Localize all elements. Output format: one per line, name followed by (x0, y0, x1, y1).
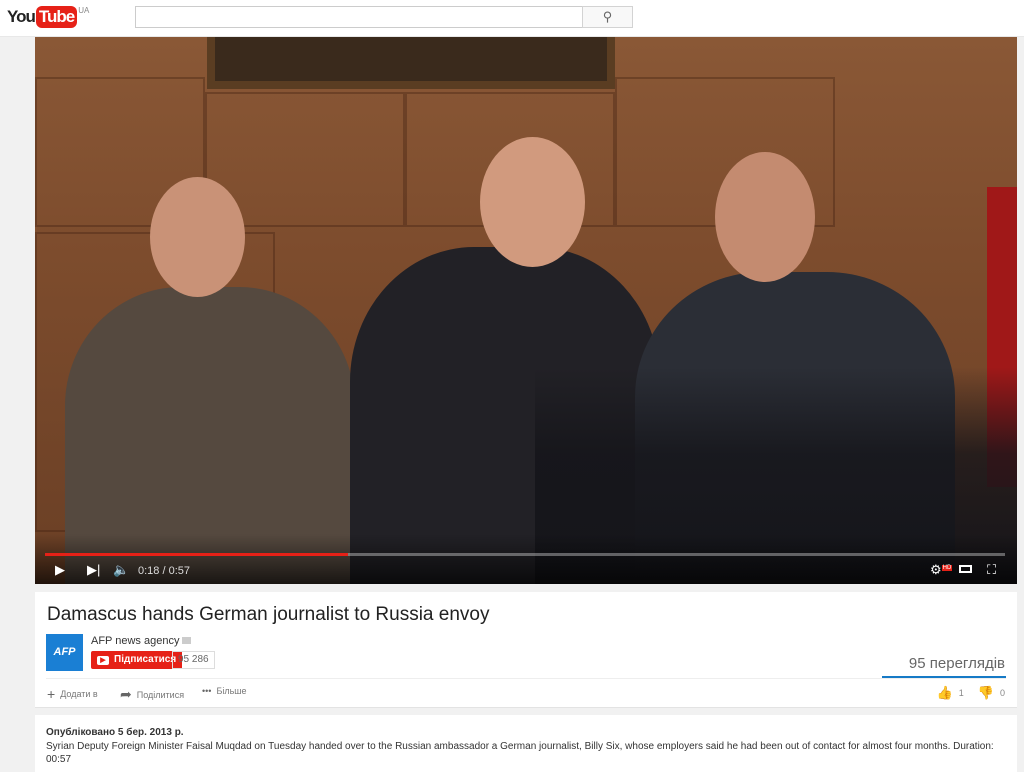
verified-icon (182, 637, 192, 644)
thumbs-down-icon[interactable]: 👎 (978, 685, 994, 701)
add-to-button[interactable]: + Додати в (47, 686, 98, 702)
masthead: You Tube UA ⚲ (0, 0, 1024, 37)
play-icon[interactable]: ▶ (55, 562, 65, 578)
person-head (480, 137, 585, 267)
settings-icon[interactable]: ⚙HD (930, 562, 953, 578)
thumbs-up-icon[interactable]: 👍 (937, 685, 953, 701)
person-head (715, 152, 815, 282)
share-icon: ➦ (120, 686, 132, 702)
search-input[interactable] (135, 6, 583, 28)
more-icon: ••• (202, 686, 212, 696)
more-button[interactable]: ••• Більше (202, 686, 247, 696)
progress-bar[interactable] (45, 553, 1005, 556)
youtube-play-icon: ▶ (97, 656, 109, 665)
divider (46, 678, 1006, 679)
subscribe-label: Підписатися (114, 654, 177, 665)
view-count: 95 переглядів (908, 655, 1005, 672)
time-display: 0:18 / 0:57 (138, 565, 190, 577)
description-card: Опубліковано 5 бер. 2013 р. Syrian Deput… (35, 715, 1017, 772)
publish-date: Опубліковано 5 бер. 2013 р. (46, 727, 184, 738)
video-title: Damascus hands German journalist to Russ… (47, 604, 490, 625)
like-count: 1 (958, 688, 964, 698)
video-player[interactable]: ▶ ▶| 🔈 0:18 / 0:57 ⚙HD ⛶ (35, 37, 1017, 584)
youtube-logo[interactable]: You Tube UA (7, 6, 89, 28)
search-button[interactable]: ⚲ (582, 6, 633, 28)
magnifier-icon: ⚲ (602, 9, 613, 24)
next-icon[interactable]: ▶| (87, 562, 100, 578)
logo-text: You (7, 7, 36, 26)
logo-text-tube: Tube (35, 6, 78, 28)
channel-name-text: AFP news agency (91, 635, 180, 647)
video-info-card: Damascus hands German journalist to Russ… (35, 592, 1017, 708)
dislike-count: 0 (999, 688, 1005, 698)
channel-avatar[interactable]: AFP (46, 634, 83, 671)
subscriber-count: 95 286 (172, 651, 215, 669)
subscribe-button[interactable]: ▶ Підписатися (91, 651, 183, 669)
country-code: UA (78, 6, 90, 15)
description-text: Syrian Deputy Foreign Minister Faisal Mu… (46, 741, 994, 765)
rating-buttons: 👍 1 👎 0 (937, 685, 1005, 701)
add-to-label: Додати в (60, 689, 98, 699)
picture-frame (207, 37, 615, 89)
share-button[interactable]: ➦ Поділитися (120, 686, 184, 703)
person-head (150, 177, 245, 297)
share-label: Поділитися (136, 689, 185, 700)
volume-icon[interactable]: 🔈 (113, 562, 129, 578)
channel-name[interactable]: AFP news agency (91, 635, 192, 647)
hd-badge: HD (941, 564, 953, 571)
more-label: Більше (216, 686, 247, 696)
theater-mode-icon[interactable] (959, 565, 972, 573)
progress-played (45, 553, 349, 556)
fullscreen-icon[interactable]: ⛶ (987, 562, 996, 578)
plus-icon: + (47, 686, 56, 702)
